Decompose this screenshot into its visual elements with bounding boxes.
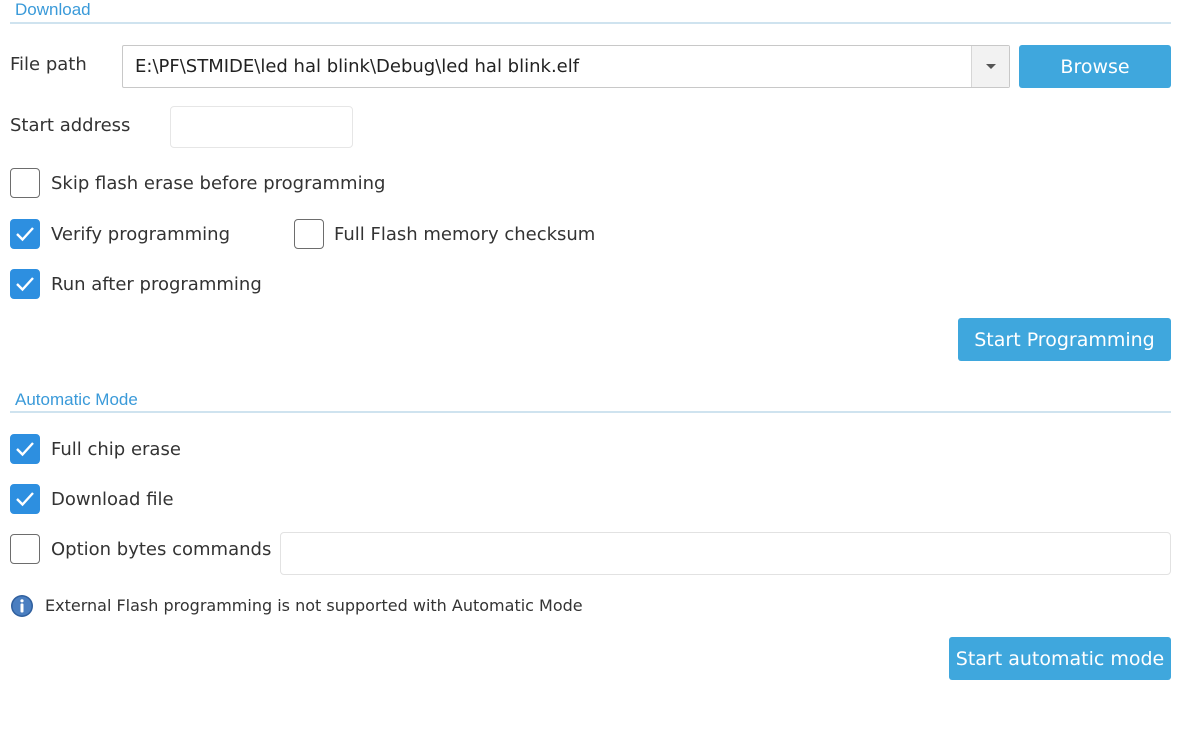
browse-button[interactable]: Browse (1019, 45, 1171, 88)
download-file-label: Download file (51, 489, 174, 510)
automatic-mode-section-title: Automatic Mode (15, 390, 138, 409)
full-flash-checksum-checkbox[interactable] (294, 219, 324, 249)
download-file-checkbox[interactable] (10, 484, 40, 514)
check-icon (16, 227, 34, 242)
info-icon (11, 595, 33, 617)
check-icon (16, 277, 34, 292)
file-path-value[interactable]: E:\PF\STMIDE\led hal blink\Debug\led hal… (123, 56, 971, 77)
full-chip-erase-checkbox[interactable] (10, 434, 40, 464)
skip-flash-erase-checkbox[interactable] (10, 168, 40, 198)
run-after-programming-label: Run after programming (51, 274, 262, 295)
verify-programming-checkbox[interactable] (10, 219, 40, 249)
file-path-label: File path (10, 54, 87, 75)
automatic-mode-section-divider (10, 411, 1171, 413)
run-after-programming-checkbox[interactable] (10, 269, 40, 299)
start-address-input[interactable] (170, 106, 353, 148)
skip-flash-erase-label: Skip flash erase before programming (51, 173, 386, 194)
download-section-title: Download (15, 0, 91, 19)
start-automatic-mode-button[interactable]: Start automatic mode (949, 637, 1171, 680)
check-icon (16, 492, 34, 507)
option-bytes-commands-input[interactable] (280, 532, 1171, 575)
option-bytes-commands-label: Option bytes commands (51, 539, 272, 560)
option-bytes-commands-checkbox[interactable] (10, 534, 40, 564)
chevron-down-icon (985, 63, 996, 69)
full-flash-checksum-label: Full Flash memory checksum (334, 224, 596, 245)
start-address-label: Start address (10, 115, 131, 136)
automatic-mode-info-text: External Flash programming is not suppor… (45, 596, 583, 615)
dropdown-button[interactable] (971, 46, 1009, 87)
check-icon (16, 442, 34, 457)
file-path-combobox[interactable]: E:\PF\STMIDE\led hal blink\Debug\led hal… (122, 45, 1010, 88)
download-section-divider (10, 22, 1171, 24)
full-chip-erase-label: Full chip erase (51, 439, 181, 460)
verify-programming-label: Verify programming (51, 224, 230, 245)
start-programming-button[interactable]: Start Programming (958, 318, 1171, 361)
